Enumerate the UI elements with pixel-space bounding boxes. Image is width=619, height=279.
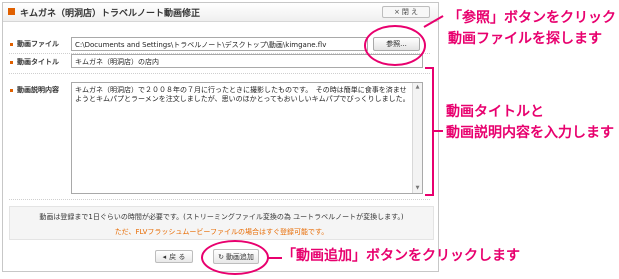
scroll-down-icon[interactable]: ▼ (414, 185, 421, 192)
back-button[interactable]: ◂ 戻 る (155, 250, 193, 263)
close-icon: × (393, 8, 400, 16)
description-scrollbar[interactable]: ▲ ▼ (412, 83, 422, 193)
file-label: 動画ファイル (10, 39, 59, 49)
notice-line-2: ただ、FLVフラッシュムービーファイルの場合はすぐ登録可能です。 (114, 228, 329, 236)
browse-highlight-oval (364, 25, 426, 66)
input-callout-line-2: 動画説明内容を入力します (446, 125, 614, 141)
bullet-icon (10, 42, 13, 46)
notice-line-1: 動画は登録まで1日ぐらいの時間が必要です。(ストリーミングファイル変換の為 ユー… (39, 213, 404, 221)
panel-titlebar: キムガネ（明洞店）トラベルノート動画修正 × 閉 え (3, 3, 438, 22)
browse-callout-line-1: 「参照」ボタンをクリックし (448, 10, 619, 26)
browse-callout: 「参照」ボタンをクリックし 動画ファイルを探します (448, 8, 619, 50)
divider (9, 73, 430, 74)
notice-box: 動画は登録まで1日ぐらいの時間が必要です。(ストリーミングファイル変換の為 ユー… (9, 206, 434, 240)
close-label: 閉 え (401, 8, 419, 16)
add-connector (268, 257, 282, 259)
title-label: 動画タイトル (10, 57, 59, 67)
back-arrow-icon: ◂ (162, 252, 167, 261)
description-label: 動画説明内容 (10, 85, 59, 95)
bullet-icon (10, 88, 13, 92)
back-label: 戻 る (169, 252, 186, 261)
divider (9, 199, 430, 200)
input-bracket (425, 67, 434, 196)
input-callout-line-1: 動画タイトルと (446, 104, 544, 120)
browse-callout-line-2: 動画ファイルを探します (448, 31, 602, 47)
file-path-input[interactable]: C:\Documents and Settings\トラベルノート\デスクトップ… (71, 37, 368, 51)
bullet-icon (10, 60, 13, 64)
close-button[interactable]: × 閉 え (382, 6, 430, 18)
title-bullet-icon (8, 8, 15, 15)
input-bracket-connector (434, 130, 443, 132)
add-highlight-oval (201, 240, 269, 275)
input-callout: 動画タイトルと 動画説明内容を入力します (446, 102, 614, 144)
description-text: キムガネ（明洞店）で２００８年の７月に行ったときに撮影したものです。 その時は簡… (75, 86, 410, 103)
add-callout: 「動画追加」ボタンをクリックします (282, 248, 520, 264)
scroll-up-icon[interactable]: ▲ (414, 84, 421, 91)
panel-title: キムガネ（明洞店）トラベルノート動画修正 (20, 9, 201, 19)
description-textarea[interactable]: キムガネ（明洞店）で２００８年の７月に行ったときに撮影したものです。 その時は簡… (71, 82, 423, 194)
